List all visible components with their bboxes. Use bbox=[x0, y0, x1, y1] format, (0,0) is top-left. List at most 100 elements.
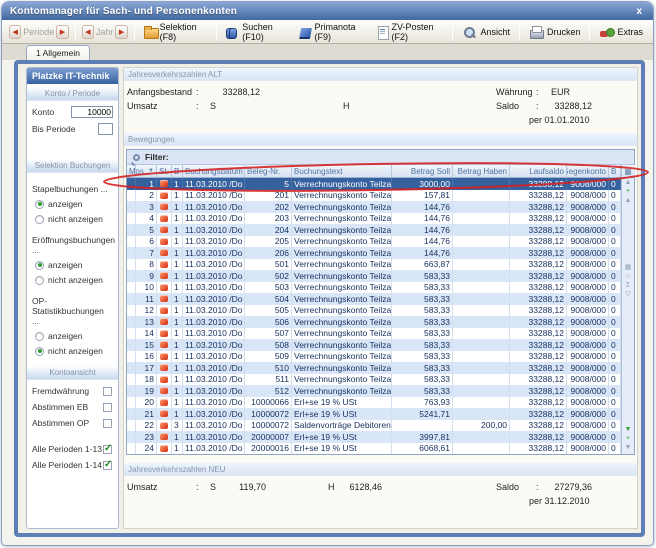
table-row[interactable]: 21 1 11.03.2010 /Do 10000072 Erl+se 19 %… bbox=[127, 408, 621, 420]
alle-perioden-14-row[interactable]: Alle Perioden 1-14 bbox=[32, 460, 112, 470]
col-laufsaldo[interactable]: Laufsaldo bbox=[510, 165, 567, 177]
search-row-icon[interactable]: ○ bbox=[626, 272, 630, 281]
table-row[interactable]: 13 1 11.03.2010 /Do 506 Verrechnungskont… bbox=[127, 316, 621, 328]
close-icon[interactable]: x bbox=[633, 6, 645, 17]
table-row[interactable]: 19 1 11.03.2010 /Do 512 Verrechnungskont… bbox=[127, 385, 621, 397]
checkbox-icon[interactable] bbox=[103, 445, 112, 454]
abstimmen-op-row[interactable]: Abstimmen OP bbox=[32, 418, 112, 428]
col-betrag-soll[interactable]: Betrag Soll bbox=[392, 165, 453, 177]
fremdwaehrung-row[interactable]: Fremdwährung bbox=[32, 386, 112, 396]
checkbox-icon[interactable] bbox=[103, 461, 112, 470]
extras-button[interactable]: Extras bbox=[594, 24, 648, 40]
suchen-button[interactable]: Suchen (F10) bbox=[221, 21, 293, 43]
op-nicht-anzeigen-option[interactable]: nicht anzeigen bbox=[35, 346, 113, 356]
batch-stamp-icon bbox=[160, 215, 168, 222]
col-b[interactable]: B bbox=[172, 165, 183, 177]
checkbox-icon[interactable] bbox=[103, 387, 112, 396]
selektion-button[interactable]: Selektion (F8) bbox=[139, 21, 213, 43]
extras-icon bbox=[599, 25, 613, 39]
col-m[interactable]: M bbox=[127, 165, 136, 177]
table-row[interactable]: 17 1 11.03.2010 /Do 510 Verrechnungskont… bbox=[127, 362, 621, 374]
column-chooser-icon[interactable]: ▦ bbox=[622, 165, 635, 178]
filter-row[interactable]: Filter: bbox=[127, 150, 634, 165]
table-row[interactable]: 8 1 11.03.2010 /Do 501 Verrechnungskonto… bbox=[127, 259, 621, 271]
eroeffnungsbuchungen-label: Eröffnungsbuchungen ... bbox=[32, 235, 113, 255]
toolbar-separator bbox=[75, 23, 76, 41]
grid-view-icon[interactable]: ▦ bbox=[625, 263, 632, 272]
table-row[interactable]: 20 1 11.03.2010 /Do 10000066 Erl+se 19 %… bbox=[127, 397, 621, 409]
filter-funnel-icon[interactable]: ▽ bbox=[625, 290, 630, 299]
table-row[interactable]: 6 1 11.03.2010 /Do 205 Verrechnungskonto… bbox=[127, 236, 621, 248]
periode-next-button[interactable]: ▶ bbox=[56, 25, 68, 39]
radio-icon[interactable] bbox=[35, 261, 44, 270]
bis-periode-input[interactable] bbox=[98, 123, 113, 135]
table-row[interactable]: 11 1 11.03.2010 /Do 504 Verrechnungskont… bbox=[127, 293, 621, 305]
table-row[interactable]: 23 1 11.03.2010 /Do 20000007 Erl+se 19 %… bbox=[127, 431, 621, 443]
batch-stamp-icon bbox=[160, 295, 168, 302]
periode-prev-button[interactable]: ◀ bbox=[9, 25, 21, 39]
radio-icon[interactable] bbox=[35, 276, 44, 285]
scroll-down-icon[interactable]: ▼ bbox=[625, 425, 632, 434]
col-b2[interactable]: B bbox=[609, 165, 621, 177]
col-gegenkonto[interactable]: Gegenkonto bbox=[567, 165, 609, 177]
col-buchungsdatum[interactable]: Buchungsdatum bbox=[183, 165, 245, 177]
table-row[interactable]: 24 1 11.03.2010 /Do 20000016 Erl+se 19 %… bbox=[127, 443, 621, 455]
batch-stamp-icon bbox=[160, 307, 168, 314]
table-row[interactable]: 1 1 11.03.2010 /Do 5 Verrechnungskonto T… bbox=[127, 178, 621, 190]
table-row[interactable]: 14 1 11.03.2010 /Do 507 Verrechnungskont… bbox=[127, 328, 621, 340]
col-betrag-haben[interactable]: Betrag Haben bbox=[453, 165, 510, 177]
table-row[interactable]: 16 1 11.03.2010 /Do 509 Verrechnungskont… bbox=[127, 351, 621, 363]
op-anzeigen-option[interactable]: anzeigen bbox=[35, 331, 113, 341]
table-row[interactable]: 5 1 11.03.2010 /Do 204 Verrechnungskonto… bbox=[127, 224, 621, 236]
insert-row-icon[interactable]: + bbox=[626, 187, 630, 196]
ansicht-button[interactable]: Ansicht bbox=[457, 24, 515, 40]
batch-stamp-icon bbox=[160, 410, 168, 417]
scroll-first-icon[interactable]: ▲ bbox=[625, 178, 632, 187]
radio-icon[interactable] bbox=[35, 332, 44, 341]
jahr-next-button[interactable]: ▶ bbox=[115, 25, 127, 39]
table-row[interactable]: 7 1 11.03.2010 /Do 206 Verrechnungskonto… bbox=[127, 247, 621, 259]
col-beleg-nr[interactable]: Beleg-Nr. bbox=[245, 165, 292, 177]
col-buchungstext[interactable]: Buchungstext bbox=[292, 165, 392, 177]
eroeffnung-anzeigen-option[interactable]: anzeigen bbox=[35, 260, 113, 270]
checkbox-icon[interactable] bbox=[103, 419, 112, 428]
scroll-up-icon[interactable]: ▲ bbox=[625, 196, 632, 205]
table-row[interactable]: 9 1 11.03.2010 /Do 502 Verrechnungskonto… bbox=[127, 270, 621, 282]
append-row-icon[interactable]: + bbox=[626, 434, 630, 443]
zv-posten-button[interactable]: ZV-Posten (F2) bbox=[371, 21, 449, 43]
table-body: 1 1 11.03.2010 /Do 5 Verrechnungskonto T… bbox=[127, 178, 621, 454]
table-row[interactable]: 10 1 11.03.2010 /Do 503 Verrechnungskont… bbox=[127, 282, 621, 294]
table-row[interactable]: 12 1 11.03.2010 /Do 505 Verrechnungskont… bbox=[127, 305, 621, 317]
tab-allgemein[interactable]: 1 Allgemein bbox=[26, 45, 90, 60]
col-st[interactable]: St. bbox=[157, 165, 172, 177]
table-row[interactable]: 2 1 11.03.2010 /Do 201 Verrechnungskonto… bbox=[127, 190, 621, 202]
radio-icon[interactable] bbox=[35, 347, 44, 356]
konto-input[interactable] bbox=[71, 106, 113, 118]
table-row[interactable]: 15 1 11.03.2010 /Do 508 Verrechnungskont… bbox=[127, 339, 621, 351]
table-row[interactable]: 22 3 11.03.2010 /Do 10000072 Saldenvortr… bbox=[127, 420, 621, 432]
arrow-right-icon: ▶ bbox=[60, 28, 65, 36]
table-row[interactable]: 3 1 11.03.2010 /Do 202 Verrechnungskonto… bbox=[127, 201, 621, 213]
radio-icon[interactable] bbox=[35, 215, 44, 224]
table-row[interactable]: 4 1 11.03.2010 /Do 203 Verrechnungskonto… bbox=[127, 213, 621, 225]
toolbar: ◀ Periode ▶ ◀ Jahr ▶ Selektion (F8) Such… bbox=[2, 20, 653, 44]
radio-icon[interactable] bbox=[35, 200, 44, 209]
jahr-prev-button[interactable]: ◀ bbox=[82, 25, 94, 39]
batch-stamp-icon bbox=[160, 238, 168, 245]
stapel-nicht-anzeigen-option[interactable]: nicht anzeigen bbox=[35, 214, 113, 224]
sum-icon[interactable]: Σ bbox=[626, 281, 630, 290]
scroll-last-icon[interactable]: ▼ bbox=[625, 443, 632, 452]
table-row[interactable]: 18 1 11.03.2010 /Do 511 Verrechnungskont… bbox=[127, 374, 621, 386]
col-pos[interactable]: Pos. ▼ bbox=[136, 165, 157, 177]
primanota-button[interactable]: Primanota (F9) bbox=[294, 21, 371, 43]
per-neu-date: per 31.12.2010 bbox=[529, 496, 590, 506]
section-kontoansicht: Kontoansicht bbox=[27, 366, 118, 380]
stapel-anzeigen-option[interactable]: anzeigen bbox=[35, 199, 113, 209]
drucken-button[interactable]: Drucken bbox=[524, 24, 586, 40]
bis-periode-label: Bis Periode bbox=[32, 124, 75, 134]
saldo-neu-value: 27279,36 bbox=[544, 482, 592, 492]
abstimmen-eb-row[interactable]: Abstimmen EB bbox=[32, 402, 112, 412]
checkbox-icon[interactable] bbox=[103, 403, 112, 412]
alle-perioden-13-row[interactable]: Alle Perioden 1-13 bbox=[32, 444, 112, 454]
eroeffnung-nicht-anzeigen-option[interactable]: nicht anzeigen bbox=[35, 275, 113, 285]
